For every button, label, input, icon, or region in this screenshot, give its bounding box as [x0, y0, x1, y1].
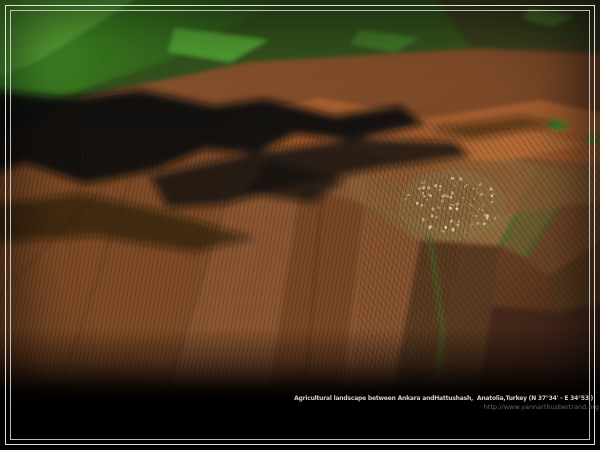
bottom-black-fade [0, 328, 600, 450]
caption-url: http://www.yannarthusbertrand.org [294, 403, 599, 411]
wallpaper: Agricultural landscape between Ankara an… [0, 0, 600, 450]
caption-title: Agricultural landscape between Ankara an… [294, 395, 593, 403]
aerial-photo [0, 0, 600, 450]
photo-caption: Agricultural landscape between Ankara an… [294, 395, 593, 411]
village-dots [398, 170, 506, 240]
